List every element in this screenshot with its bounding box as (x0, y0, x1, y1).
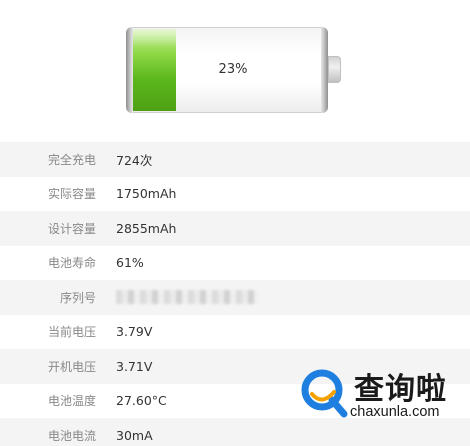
info-label: 当前电压 (47, 325, 96, 340)
info-value: 2855mAh (116, 220, 177, 236)
battery-info-screen: 23% 完全充电 724次 实际容量 1750mAh 设计容量 2855mAh … (0, 0, 470, 446)
watermark-domain: chaxunla.com (350, 404, 440, 420)
watermark-title: 查询啦 (354, 372, 447, 407)
info-row-current-voltage: 当前电压 3.79V (0, 315, 470, 350)
info-label: 序列号 (59, 290, 96, 305)
info-value: 724次 (116, 152, 153, 168)
info-label: 电池寿命 (47, 256, 96, 271)
info-label: 实际容量 (47, 187, 96, 202)
info-label: 电池温度 (47, 394, 96, 409)
info-label: 开机电压 (47, 359, 96, 374)
site-watermark: 查询啦 chaxunla.com (298, 358, 470, 446)
info-value: 61% (116, 255, 144, 271)
info-row-serial-number: 序列号 (0, 280, 470, 315)
info-row-actual-capacity: 实际容量 1750mAh (0, 177, 470, 212)
info-row-full-charge: 完全充电 724次 (0, 142, 470, 177)
info-label: 设计容量 (47, 221, 96, 236)
info-value: 30mA (116, 427, 153, 443)
battery-percent: 23% (218, 62, 248, 77)
info-value: 3.79V (116, 324, 153, 340)
magnifier-q-logo-icon (301, 369, 348, 418)
info-row-battery-life: 电池寿命 61% (0, 246, 470, 281)
info-label: 电池电流 (47, 428, 96, 443)
info-value: 27.60°C (116, 393, 167, 409)
info-label: 完全充电 (47, 152, 96, 167)
info-value: 3.71V (116, 358, 153, 374)
battery-header: 23% (0, 0, 470, 134)
info-value: 1750mAh (116, 186, 177, 202)
serial-number-redacted (116, 290, 258, 305)
info-row-design-capacity: 设计容量 2855mAh (0, 211, 470, 246)
